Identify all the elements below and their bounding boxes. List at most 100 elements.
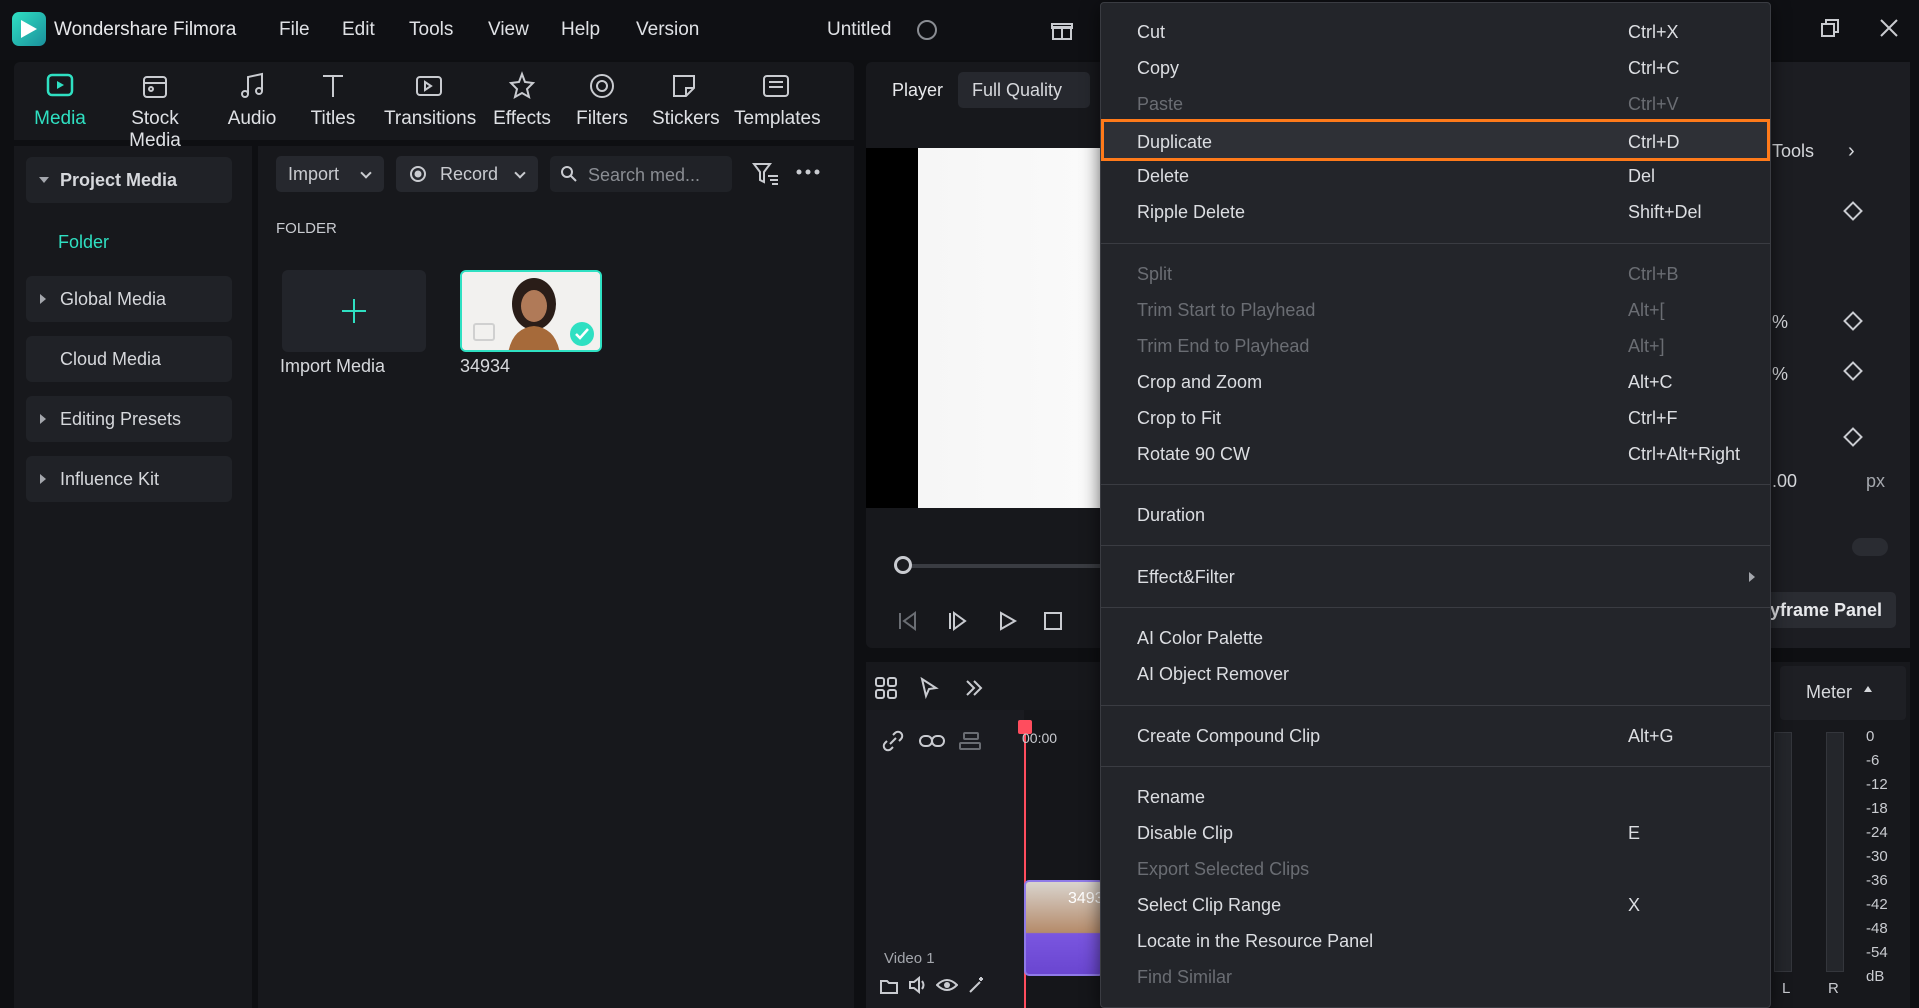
tab-label: Filters (576, 108, 628, 129)
stop-icon[interactable] (1042, 610, 1064, 632)
menu-item-create-compound-clip[interactable]: Create Compound Clip Alt+G (1101, 719, 1770, 753)
tab-transitions[interactable]: Transitions (384, 70, 476, 130)
menu-item-label: Find Similar (1137, 967, 1233, 987)
keyframe-diamond-icon[interactable] (1843, 201, 1863, 221)
speaker-icon[interactable] (908, 976, 928, 994)
tab-effects[interactable]: Effects (492, 70, 552, 130)
menu-file[interactable]: File (279, 19, 310, 41)
menu-item-ripple-delete[interactable]: Ripple Delete Shift+Del (1101, 195, 1770, 229)
channel-left-label: L (1782, 980, 1791, 997)
db-tick: -48 (1866, 920, 1888, 937)
menu-item-paste[interactable]: Paste Ctrl+V (1101, 87, 1770, 121)
gift-icon[interactable] (1050, 18, 1074, 42)
tab-titles[interactable]: Titles (308, 70, 358, 130)
keyframe-panel-button[interactable]: yframe Panel (1760, 592, 1896, 628)
keyframe-diamond-icon[interactable] (1843, 427, 1863, 447)
record-icon (410, 166, 426, 182)
meter-bar-left (1774, 732, 1792, 972)
search-media-input[interactable]: Search med... (550, 156, 732, 192)
toggle-switch[interactable] (1852, 538, 1888, 556)
db-tick: -54 (1866, 944, 1888, 961)
double-chevron-right-icon[interactable] (962, 676, 986, 700)
menu-item-ai-object-remover[interactable]: AI Object Remover (1101, 657, 1770, 691)
sticker-icon (673, 75, 695, 97)
next-frame-icon[interactable] (946, 610, 968, 632)
menu-edit[interactable]: Edit (342, 19, 375, 41)
menu-item-rotate-90-cw[interactable]: Rotate 90 CW Ctrl+Alt+Right (1101, 437, 1770, 471)
track-label: Video 1 (884, 950, 935, 967)
menu-item-export-selected-clips[interactable]: Export Selected Clips (1101, 852, 1770, 886)
menu-item-crop-to-fit[interactable]: Crop to Fit Ctrl+F (1101, 401, 1770, 435)
menu-help[interactable]: Help (561, 19, 600, 41)
menu-item-label: Create Compound Clip (1137, 726, 1321, 746)
record-dropdown[interactable]: Record (396, 156, 538, 192)
db-tick: -24 (1866, 824, 1888, 841)
menu-item-cut[interactable]: Cut Ctrl+X (1101, 15, 1770, 49)
menu-item-duplicate[interactable]: Duplicate Ctrl+D (1101, 119, 1770, 161)
sidebar-item-global-media[interactable]: Global Media (26, 276, 232, 322)
menu-item-shortcut: Alt+G (1628, 726, 1674, 746)
track-manager-icon[interactable] (958, 730, 982, 752)
menu-item-label: Crop and Zoom (1137, 372, 1263, 392)
menu-item-trim-start[interactable]: Trim Start to Playhead Alt+[ (1101, 293, 1770, 327)
import-media-tile[interactable] (282, 270, 426, 352)
menu-item-rename[interactable]: Rename (1101, 780, 1770, 814)
menu-item-copy[interactable]: Copy Ctrl+C (1101, 51, 1770, 85)
menu-item-effect-filter[interactable]: Effect&Filter (1101, 560, 1770, 594)
filter-sort-icon[interactable] (752, 162, 780, 186)
position-value[interactable]: .00 (1772, 471, 1797, 492)
menu-version[interactable]: Version (636, 19, 699, 41)
tools-label[interactable]: Tools (1772, 141, 1814, 162)
unlink-icon[interactable] (882, 730, 904, 752)
layout-grid-icon[interactable] (874, 676, 898, 700)
menu-item-label: Delete (1137, 166, 1190, 186)
sidebar-item-cloud-media[interactable]: Cloud Media (26, 336, 232, 382)
more-options-icon[interactable] (796, 168, 820, 176)
percent-unit: % (1772, 364, 1789, 384)
menu-item-disable-clip[interactable]: Disable Clip E (1101, 816, 1770, 850)
menu-item-duration[interactable]: Duration (1101, 498, 1770, 532)
menu-item-ai-color-palette[interactable]: AI Color Palette (1101, 621, 1770, 655)
menu-item-split[interactable]: Split Ctrl+B (1101, 257, 1770, 291)
sidebar-item-project-media[interactable]: Project Media (26, 157, 232, 203)
eye-icon[interactable] (936, 978, 958, 992)
link-icon[interactable] (918, 730, 946, 752)
menu-item-find-similar[interactable]: Find Similar (1101, 960, 1770, 994)
scrubber-handle[interactable] (894, 556, 912, 574)
tab-templates[interactable]: Templates (734, 70, 821, 130)
close-window-icon[interactable] (1879, 18, 1899, 38)
collapse-caret-icon (40, 414, 46, 424)
tab-stock-media[interactable]: Stock Media (106, 70, 204, 152)
chevron-right-icon[interactable]: › (1848, 140, 1855, 163)
tab-filters[interactable]: Filters (576, 70, 628, 130)
sidebar-folder[interactable]: Folder (58, 232, 109, 253)
menu-item-select-clip-range[interactable]: Select Clip Range X (1101, 888, 1770, 922)
sidebar-item-editing-presets[interactable]: Editing Presets (26, 396, 232, 442)
media-clip-thumbnail[interactable] (460, 270, 602, 352)
menu-view[interactable]: View (488, 19, 529, 41)
play-icon[interactable] (996, 610, 1018, 632)
menu-item-delete[interactable]: Delete Del (1101, 159, 1770, 193)
magic-wand-icon[interactable] (968, 976, 986, 994)
prev-frame-icon[interactable] (896, 610, 918, 632)
folder-icon[interactable] (880, 978, 898, 994)
sidebar-item-influence-kit[interactable]: Influence Kit (26, 456, 232, 502)
menu-item-label: AI Object Remover (1137, 664, 1290, 684)
keyframe-diamond-icon[interactable] (1843, 361, 1863, 381)
menu-item-locate-in-resource-panel[interactable]: Locate in the Resource Panel (1101, 924, 1770, 958)
meter-dropdown[interactable]: Meter (1780, 666, 1906, 720)
timeline-clip[interactable]: 3493 (1024, 880, 1104, 976)
menu-item-crop-and-zoom[interactable]: Crop and Zoom Alt+C (1101, 365, 1770, 399)
restore-window-icon[interactable] (1820, 18, 1840, 38)
tab-media[interactable]: Media (32, 70, 88, 130)
tab-audio[interactable]: Audio (224, 70, 280, 130)
sidebar-item-label: Global Media (60, 289, 167, 309)
tab-stickers[interactable]: Stickers (652, 70, 720, 130)
player-tab[interactable]: Player (892, 80, 943, 101)
select-pointer-icon[interactable] (918, 676, 942, 700)
menu-tools[interactable]: Tools (409, 19, 453, 41)
menu-item-trim-end[interactable]: Trim End to Playhead Alt+] (1101, 329, 1770, 363)
quality-dropdown[interactable]: Full Quality (958, 72, 1090, 108)
keyframe-diamond-icon[interactable] (1843, 311, 1863, 331)
import-dropdown[interactable]: Import (276, 156, 384, 192)
